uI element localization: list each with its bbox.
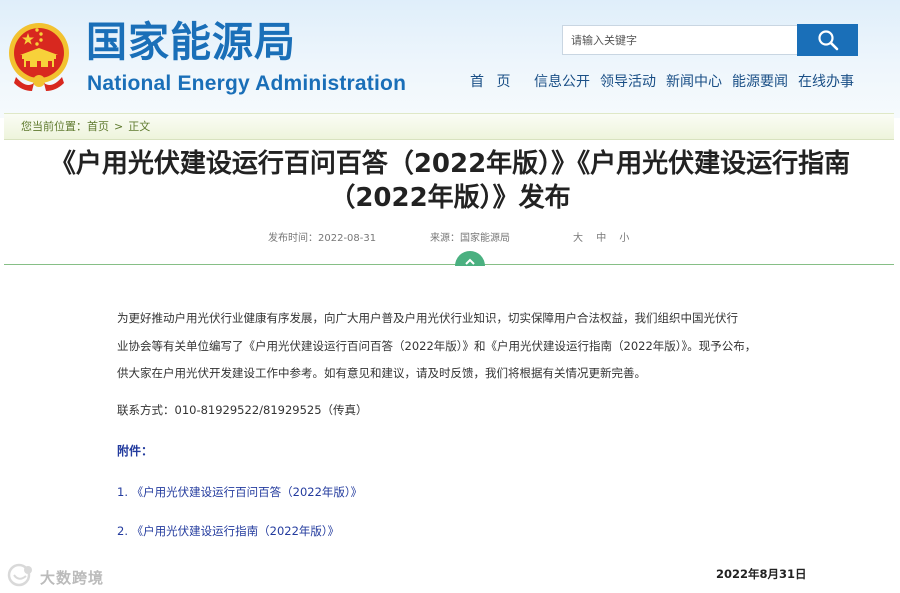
article-title: 《户用光伏建设运行百问百答（2022年版）》《户用光伏建设运行指南 （2022年…: [0, 147, 900, 215]
attachments-label: 附件：: [117, 444, 154, 458]
attachment-link-guide[interactable]: 2. 《户用光伏建设运行指南（2022年版）》: [117, 521, 339, 541]
site-logo-cn[interactable]: 国家能源局: [86, 18, 296, 66]
site-logo-en[interactable]: National Energy Administration: [87, 72, 406, 96]
search-button[interactable]: [797, 24, 858, 56]
font-size-switcher: 大 中 小: [573, 229, 639, 244]
font-size-small[interactable]: 小: [619, 233, 629, 244]
article-title-line2: （2022年版）》发布: [329, 183, 571, 213]
article-date: 2022年8月31日: [716, 567, 807, 581]
search-input[interactable]: [562, 25, 798, 55]
article-title-line1: 《户用光伏建设运行百问百答（2022年版）》《户用光伏建设运行指南: [49, 149, 851, 179]
nav-home[interactable]: 首 页: [470, 72, 522, 92]
meta-divider: [4, 264, 894, 265]
breadcrumb-current: 正文: [128, 120, 151, 133]
font-size-large[interactable]: 大: [573, 233, 583, 244]
main-nav: 首 页 信息公开 领导活动 新闻中心 能源要闻 在线办事: [470, 72, 854, 92]
nav-info-disclosure[interactable]: 信息公开: [534, 72, 590, 92]
chevron-up-icon: [465, 258, 475, 265]
paragraph-line: 业协会等有关单位编写了《户用光伏建设运行百问百答（2022年版）》和《户用光伏建…: [117, 338, 757, 353]
breadcrumb: 您当前位置：首页 > 正文: [4, 113, 894, 140]
paragraph-line: 为更好推动户用光伏行业健康有序发展，向广大用户普及户用光伏行业知识，切实保障用户…: [117, 311, 738, 325]
site-header: 国家能源局 National Energy Administration 首 页…: [0, 0, 900, 118]
breadcrumb-label: 您当前位置：: [21, 120, 87, 133]
font-size-medium[interactable]: 中: [596, 233, 606, 244]
nav-online-services[interactable]: 在线办事: [798, 72, 854, 92]
publish-time: 发布时间：2022-08-31: [268, 233, 377, 244]
breadcrumb-separator: >: [114, 120, 124, 133]
breadcrumb-home[interactable]: 首页: [87, 120, 109, 133]
article-body-paragraph: 为更好推动户用光伏行业健康有序发展，向广大用户普及户用光伏行业知识，切实保障用户…: [117, 305, 817, 388]
national-emblem-icon: [6, 17, 72, 93]
nav-leadership[interactable]: 领导活动: [600, 72, 656, 92]
contact-info: 联系方式：010-81929522/81929525（传真）: [117, 403, 368, 417]
article-source: 来源：国家能源局: [430, 233, 510, 244]
article-meta: 发布时间：2022-08-31 来源：国家能源局 大 中 小: [0, 229, 900, 245]
search-icon: [817, 30, 838, 51]
nav-news-center[interactable]: 新闻中心: [666, 72, 722, 92]
nav-energy-news[interactable]: 能源要闻: [732, 72, 788, 92]
paragraph-line: 供大家在户用光伏开发建设工作中参考。如有意见和建议，请及时反馈，我们将根据有关情…: [117, 366, 646, 380]
watermark-text: 大数跨境: [40, 569, 105, 587]
attachment-link-qa[interactable]: 1. 《户用光伏建设运行百问百答（2022年版）》: [117, 482, 362, 502]
